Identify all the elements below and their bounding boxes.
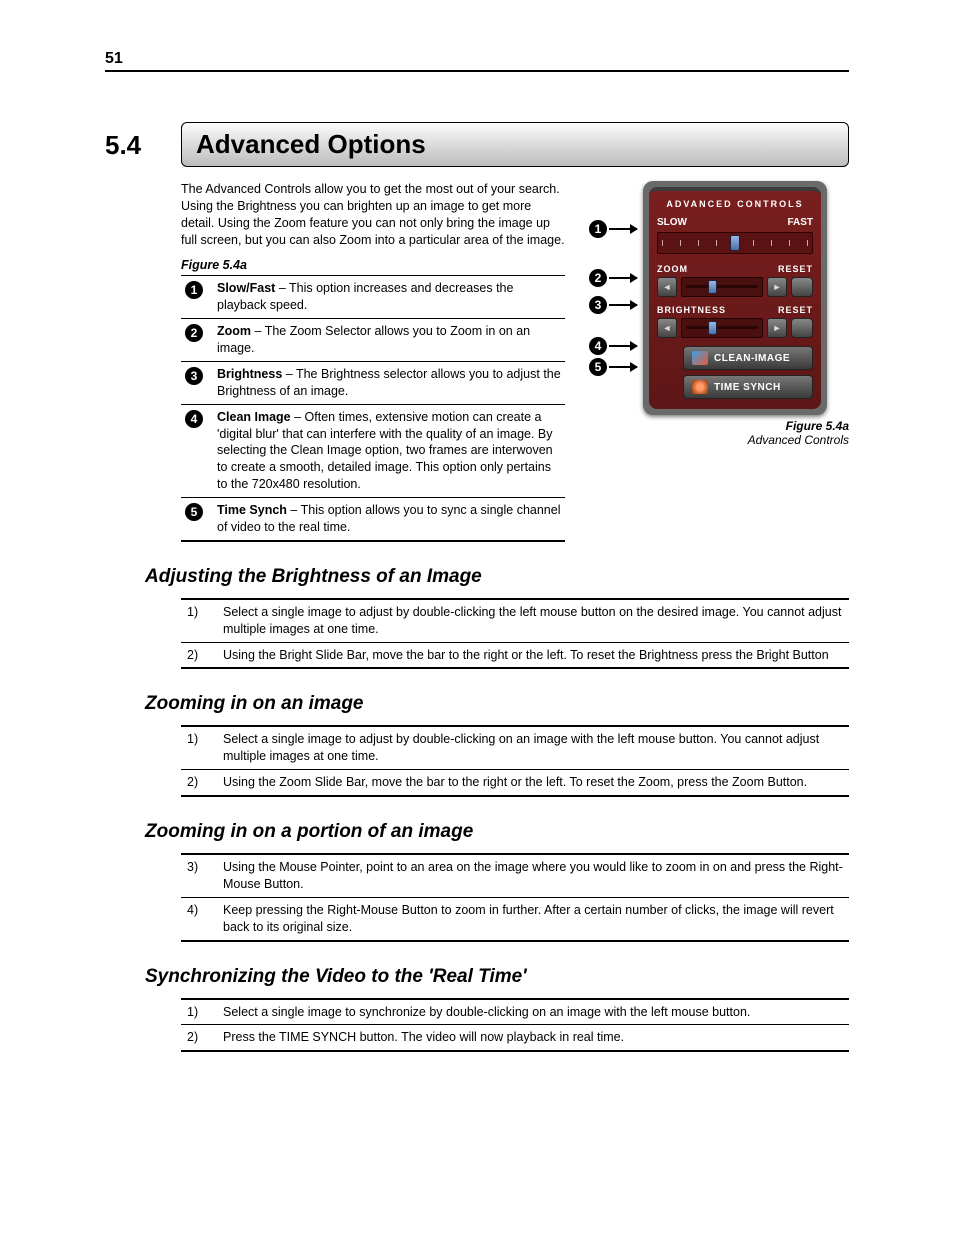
steps-zoom: 1)Select a single image to adjust by dou… — [181, 725, 849, 797]
time-synch-button[interactable]: TIME SYNCH — [683, 375, 813, 399]
steps-sync: 1)Select a single image to synchronize b… — [181, 998, 849, 1053]
step-number: 1) — [181, 999, 217, 1025]
step-number: 4) — [181, 897, 217, 940]
section-number: 5.4 — [105, 122, 163, 167]
subheading-sync: Synchronizing the Video to the 'Real Tim… — [145, 966, 849, 988]
row-number: 2 — [185, 324, 203, 342]
intro-paragraph: The Advanced Controls allow you to get t… — [181, 181, 565, 249]
step-text: Using the Bright Slide Bar, move the bar… — [217, 642, 849, 668]
step-text: Keep pressing the Right-Mouse Button to … — [217, 897, 849, 940]
zoom-slider[interactable] — [681, 277, 763, 297]
arrow-icon — [609, 366, 637, 368]
zoom-label: ZOOM — [657, 264, 688, 274]
arrow-icon — [609, 304, 637, 306]
step-number: 1) — [181, 599, 217, 642]
row-text: Zoom – The Zoom Selector allows you to Z… — [213, 319, 565, 362]
row-number: 5 — [185, 503, 203, 521]
arrow-icon — [609, 228, 637, 230]
brightness-slider[interactable] — [681, 318, 763, 338]
step-text: Using the Zoom Slide Bar, move the bar t… — [217, 770, 849, 796]
callout-4: 4 — [589, 337, 607, 355]
clean-image-button[interactable]: CLEAN-IMAGE — [683, 346, 813, 370]
speed-knob[interactable] — [730, 235, 740, 251]
step-text: Select a single image to synchronize by … — [217, 999, 849, 1025]
figure-caption-italic: Advanced Controls — [589, 433, 849, 447]
step-text: Press the TIME SYNCH button. The video w… — [217, 1025, 849, 1051]
figure-caption-bold: Figure 5.4a — [589, 419, 849, 433]
zoom-left-button[interactable]: ◄ — [657, 277, 677, 297]
subheading-brightness: Adjusting the Brightness of an Image — [145, 566, 849, 588]
time-synch-icon — [692, 380, 708, 394]
clean-image-icon — [692, 351, 708, 365]
step-text: Using the Mouse Pointer, point to an are… — [217, 854, 849, 897]
brightness-left-button[interactable]: ◄ — [657, 318, 677, 338]
step-text: Select a single image to adjust by doubl… — [217, 599, 849, 642]
zoom-right-button[interactable]: ► — [767, 277, 787, 297]
row-text: Clean Image – Often times, extensive mot… — [213, 404, 565, 497]
callout-1: 1 — [589, 220, 607, 238]
step-number: 2) — [181, 1025, 217, 1051]
step-number: 2) — [181, 642, 217, 668]
arrow-icon — [609, 277, 637, 279]
arrow-icon — [609, 345, 637, 347]
row-text: Slow/Fast – This option increases and de… — [213, 276, 565, 319]
speed-slider[interactable] — [657, 232, 813, 254]
step-number: 2) — [181, 770, 217, 796]
zoom-reset-button[interactable] — [791, 277, 813, 297]
callout-5: 5 — [589, 358, 607, 376]
panel-title: ADVANCED CONTROLS — [657, 199, 813, 209]
figure-label: Figure 5.4a — [181, 257, 565, 274]
callout-column: 1 2 3 4 5 — [589, 181, 637, 392]
subheading-zoom-portion: Zooming in on a portion of an image — [145, 821, 849, 843]
row-number: 1 — [185, 281, 203, 299]
row-text: Brightness – The Brightness selector all… — [213, 361, 565, 404]
callout-2: 2 — [589, 269, 607, 287]
steps-brightness: 1)Select a single image to adjust by dou… — [181, 598, 849, 670]
step-number: 3) — [181, 854, 217, 897]
row-number: 3 — [185, 367, 203, 385]
callout-3: 3 — [589, 296, 607, 314]
step-text: Select a single image to adjust by doubl… — [217, 726, 849, 769]
advanced-controls-panel: ADVANCED CONTROLS SLOW FAST ZOOM RESET — [643, 181, 827, 415]
page-number: 51 — [105, 50, 849, 68]
section-title-box: Advanced Options — [181, 122, 849, 167]
brightness-right-button[interactable]: ► — [767, 318, 787, 338]
fast-label: FAST — [787, 217, 813, 228]
reset-label-2: RESET — [778, 305, 813, 315]
subheading-zoom: Zooming in on an image — [145, 693, 849, 715]
step-number: 1) — [181, 726, 217, 769]
row-text: Time Synch – This option allows you to s… — [213, 498, 565, 541]
description-table: 1 Slow/Fast – This option increases and d… — [181, 275, 565, 541]
section-title: Advanced Options — [196, 129, 834, 160]
brightness-label: BRIGHTNESS — [657, 305, 726, 315]
reset-label: RESET — [778, 264, 813, 274]
row-number: 4 — [185, 410, 203, 428]
brightness-reset-button[interactable] — [791, 318, 813, 338]
top-divider — [105, 70, 849, 72]
steps-zoom-portion: 3)Using the Mouse Pointer, point to an a… — [181, 853, 849, 942]
slow-label: SLOW — [657, 217, 687, 228]
